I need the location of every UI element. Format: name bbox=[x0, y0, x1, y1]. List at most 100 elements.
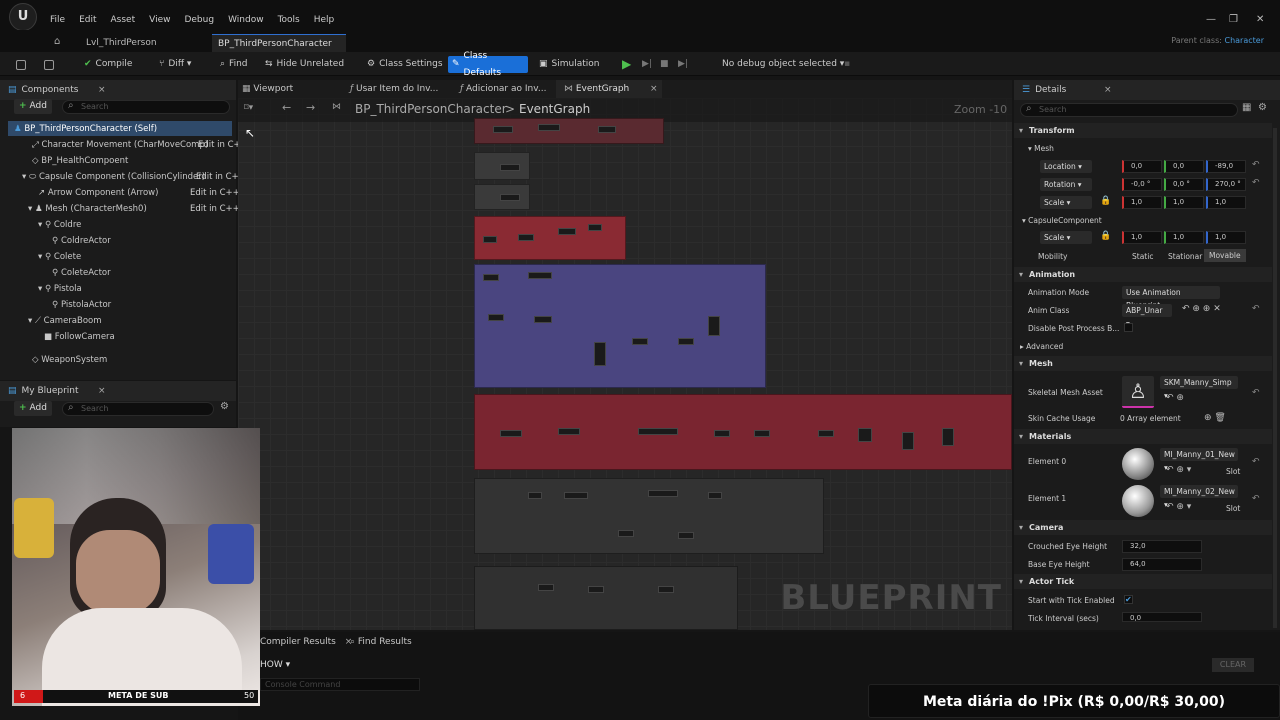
minimize-icon[interactable]: — bbox=[1206, 14, 1216, 25]
component-item[interactable]: ▾ ⬭ Capsule Component (CollisionCylinder… bbox=[22, 172, 246, 182]
tab-compiler-results[interactable]: Compiler Results × bbox=[260, 637, 352, 647]
component-item[interactable]: ▾ ⚲ Pistola bbox=[38, 284, 82, 294]
component-item[interactable]: ▾ ⟋ CameraBoom bbox=[28, 316, 102, 326]
class-settings-button[interactable]: ⚙ Class Settings bbox=[363, 56, 447, 73]
comment-box[interactable] bbox=[474, 264, 766, 388]
settings-gear-icon[interactable]: ⚙ bbox=[1258, 102, 1267, 113]
simulation-button[interactable]: ▣ Simulation bbox=[535, 56, 603, 73]
lock-icon[interactable]: 🔒 bbox=[1100, 196, 1111, 206]
mobility-movable[interactable]: Movable bbox=[1204, 249, 1246, 262]
close-panel-icon[interactable]: × bbox=[98, 386, 106, 396]
comment-box[interactable] bbox=[474, 394, 1012, 470]
clear-button[interactable]: CLEAR bbox=[1212, 658, 1254, 672]
material1-thumbnail[interactable] bbox=[1122, 485, 1154, 517]
graph-node[interactable] bbox=[708, 492, 722, 499]
material-actions-icon[interactable]: ↶ ⊕ ▾ bbox=[1166, 465, 1191, 475]
menu-debug[interactable]: Debug bbox=[184, 15, 214, 25]
graph-node[interactable] bbox=[558, 428, 580, 435]
eject-icon[interactable]: ▶| bbox=[674, 56, 692, 73]
tab-adicionar[interactable]: ƒ Adicionar ao Inv... bbox=[460, 84, 546, 94]
close-tab-icon[interactable]: × bbox=[650, 84, 658, 94]
graph-node[interactable] bbox=[858, 428, 872, 442]
stop-icon[interactable]: ■ bbox=[656, 56, 673, 73]
graph-node[interactable] bbox=[538, 584, 554, 591]
graph-node[interactable] bbox=[500, 430, 522, 437]
graph-node[interactable] bbox=[708, 316, 720, 336]
unreal-logo-icon[interactable]: U bbox=[9, 3, 37, 31]
component-item[interactable]: ▾ ⚲ Coldre bbox=[38, 220, 81, 230]
settings-gear-icon[interactable]: ⚙ bbox=[220, 401, 229, 412]
graph-node[interactable] bbox=[528, 492, 542, 499]
event-graph-canvas[interactable]: ⌑▾ ← → ⋈ BP_ThirdPersonCharacter > Event… bbox=[238, 98, 1012, 630]
capsule-scale-y-field[interactable]: 1,0 bbox=[1164, 231, 1204, 244]
anim-class-dropdown[interactable]: ABP_Unar ▾ bbox=[1122, 304, 1172, 328]
breadcrumb-root[interactable]: BP_ThirdPersonCharacter bbox=[355, 102, 507, 116]
advanced-toggle[interactable]: ▸ Advanced bbox=[1020, 342, 1063, 351]
component-item[interactable]: ▾ ♟ Mesh (CharacterMesh0) Edit in C++ bbox=[28, 204, 240, 214]
capsule-scale-dropdown[interactable]: Scale ▾ bbox=[1040, 231, 1092, 244]
tab-viewport[interactable]: ▦ Viewport bbox=[242, 84, 293, 94]
graph-node[interactable] bbox=[588, 224, 602, 231]
show-dropdown[interactable]: HOW ▾ bbox=[260, 660, 290, 670]
graph-node[interactable] bbox=[632, 338, 648, 345]
scale-z-field[interactable]: 1,0 bbox=[1206, 196, 1246, 209]
home-icon[interactable]: ⌂ bbox=[54, 36, 60, 47]
graph-node[interactable] bbox=[648, 490, 678, 497]
element0-dropdown[interactable]: MI_Manny_01_New ▾ bbox=[1160, 448, 1238, 472]
reset-icon[interactable]: ↶ bbox=[1252, 160, 1260, 170]
location-x-field[interactable]: 0,0 bbox=[1122, 160, 1162, 173]
comment-box[interactable] bbox=[474, 566, 738, 630]
disable-post-checkbox[interactable] bbox=[1124, 323, 1133, 332]
bookmark-icon[interactable]: ⌑▾ bbox=[244, 103, 253, 113]
tab-eventgraph[interactable]: ⋈ EventGraph × bbox=[556, 80, 662, 98]
debug-filter-icon[interactable]: ▪ bbox=[840, 56, 854, 73]
graph-node[interactable] bbox=[678, 338, 694, 345]
browse-icon[interactable] bbox=[40, 56, 58, 73]
graph-node[interactable] bbox=[598, 126, 616, 133]
class-defaults-button[interactable]: ✎ Class Defaults bbox=[448, 51, 528, 78]
compile-button[interactable]: ✔ Compile bbox=[80, 56, 136, 73]
tick-interval-field[interactable]: 0,0 bbox=[1122, 612, 1202, 622]
tab-usar-item[interactable]: ƒ Usar Item do Inv... bbox=[350, 84, 438, 94]
debug-object-dropdown[interactable]: No debug object selected ▾ bbox=[718, 56, 848, 73]
maximize-icon[interactable]: ❐ bbox=[1229, 14, 1238, 25]
tab-blueprint[interactable]: BP_ThirdPersonCharacter × bbox=[212, 34, 346, 67]
components-search-input[interactable]: Search bbox=[62, 100, 230, 114]
diff-button[interactable]: ⑂ Diff ▾ bbox=[155, 56, 195, 73]
component-item[interactable]: ⚲ PistolaActor bbox=[52, 300, 111, 310]
location-z-field[interactable]: -89,0 bbox=[1206, 160, 1246, 173]
rotation-z-field[interactable]: 270,0 ° bbox=[1206, 178, 1246, 191]
parent-class-link[interactable]: Character bbox=[1225, 36, 1265, 45]
lock-icon[interactable]: 🔒 bbox=[1100, 231, 1111, 241]
browse-icon[interactable]: ↶ ⊕ bbox=[1166, 393, 1184, 403]
graph-node[interactable] bbox=[528, 272, 552, 279]
hide-unrelated-button[interactable]: ⇆ Hide Unrelated bbox=[261, 56, 348, 73]
graph-node[interactable] bbox=[500, 164, 520, 171]
graph-node[interactable] bbox=[518, 234, 534, 241]
find-button[interactable]: ⌕ Find bbox=[216, 56, 252, 73]
close-panel-icon[interactable]: × bbox=[98, 85, 106, 95]
graph-node[interactable] bbox=[500, 194, 520, 201]
graph-node[interactable] bbox=[618, 530, 634, 537]
step-icon[interactable]: ▶| bbox=[638, 56, 656, 73]
component-item[interactable]: ■ FollowCamera bbox=[44, 332, 115, 342]
material-actions-icon[interactable]: ↶ ⊕ ▾ bbox=[1166, 502, 1191, 512]
grid-view-icon[interactable]: ▦ bbox=[1242, 102, 1251, 113]
graph-node[interactable] bbox=[594, 342, 606, 366]
menu-file[interactable]: File bbox=[50, 15, 65, 25]
tick-enabled-checkbox[interactable]: ✔ bbox=[1124, 595, 1133, 604]
animation-mode-dropdown[interactable]: Use Animation Blueprint ▾ bbox=[1122, 286, 1220, 310]
graph-node[interactable] bbox=[942, 428, 954, 446]
category-animation[interactable]: Animation bbox=[1014, 267, 1272, 282]
scale-x-field[interactable]: 1,0 bbox=[1122, 196, 1162, 209]
component-item[interactable]: ▾ ⚲ Colete bbox=[38, 252, 81, 262]
base-eye-field[interactable]: 64,0 bbox=[1122, 558, 1202, 571]
graph-node[interactable] bbox=[558, 228, 576, 235]
add-member-button[interactable]: + Add bbox=[14, 401, 52, 416]
skeletal-mesh-dropdown[interactable]: SKM_Manny_Simp ▾ bbox=[1160, 376, 1238, 400]
mobility-static[interactable]: Static bbox=[1132, 252, 1153, 261]
close-panel-icon[interactable]: × bbox=[1104, 85, 1112, 95]
location-y-field[interactable]: 0,0 bbox=[1164, 160, 1204, 173]
save-icon[interactable] bbox=[12, 56, 30, 73]
menu-view[interactable]: View bbox=[149, 15, 170, 25]
